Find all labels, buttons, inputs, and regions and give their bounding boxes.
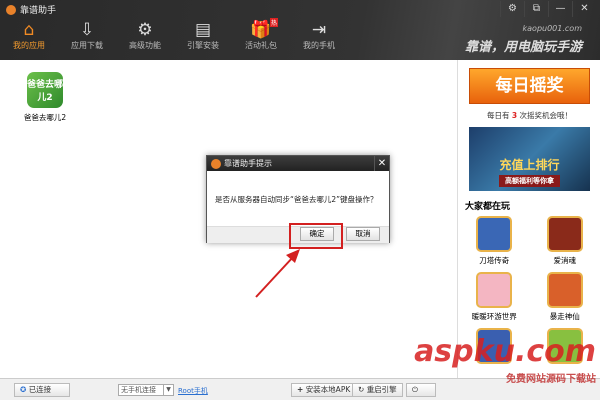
arrow-line <box>255 255 295 298</box>
watermark-sub: 免费网站源码下载站 <box>506 374 596 385</box>
watermark-main: aspku.com <box>414 334 596 369</box>
watermark: aspku.com 免费网站源码下载站 <box>414 337 596 394</box>
